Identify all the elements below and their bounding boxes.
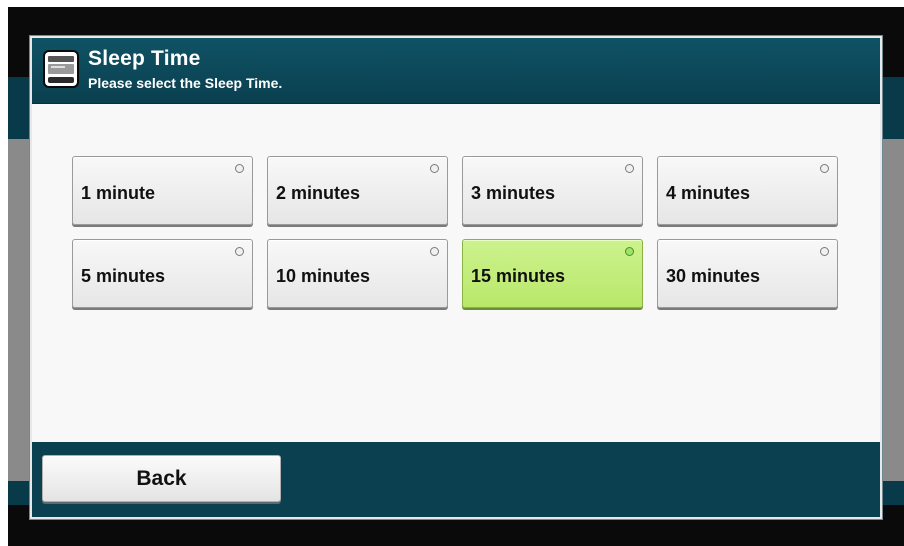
option-label: 30 minutes bbox=[666, 266, 761, 286]
dialog-title: Sleep Time bbox=[88, 47, 201, 70]
option-label: 10 minutes bbox=[276, 266, 371, 286]
option-label: 5 minutes bbox=[81, 266, 166, 286]
radio-indicator-icon bbox=[820, 164, 829, 173]
dialog-header: Sleep Time Please select the Sleep Time. bbox=[32, 38, 880, 104]
radio-indicator-icon bbox=[235, 164, 244, 173]
radio-indicator-icon bbox=[235, 247, 244, 256]
option-label: 15 minutes bbox=[471, 266, 566, 286]
sleep-time-options: 1 minute 2 minutes 3 minutes 4 minutes 5… bbox=[72, 156, 838, 308]
radio-indicator-icon bbox=[820, 247, 829, 256]
option-15-minutes[interactable]: 15 minutes bbox=[462, 239, 643, 308]
option-label: 2 minutes bbox=[276, 183, 361, 203]
option-30-minutes[interactable]: 30 minutes bbox=[657, 239, 838, 308]
option-label: 3 minutes bbox=[471, 183, 556, 203]
radio-indicator-icon bbox=[625, 164, 634, 173]
option-3-minutes[interactable]: 3 minutes bbox=[462, 156, 643, 225]
option-label: 4 minutes bbox=[666, 183, 751, 203]
option-2-minutes[interactable]: 2 minutes bbox=[267, 156, 448, 225]
option-10-minutes[interactable]: 10 minutes bbox=[267, 239, 448, 308]
dialog-body: 1 minute 2 minutes 3 minutes 4 minutes 5… bbox=[32, 104, 880, 442]
dialog-footer: Back bbox=[32, 442, 880, 517]
printer-icon bbox=[43, 50, 79, 88]
option-4-minutes[interactable]: 4 minutes bbox=[657, 156, 838, 225]
option-5-minutes[interactable]: 5 minutes bbox=[72, 239, 253, 308]
option-label: 1 minute bbox=[81, 183, 156, 203]
back-button[interactable]: Back bbox=[42, 455, 281, 502]
radio-indicator-icon bbox=[430, 164, 439, 173]
radio-indicator-icon bbox=[430, 247, 439, 256]
option-1-minute[interactable]: 1 minute bbox=[72, 156, 253, 225]
sleep-time-dialog: Sleep Time Please select the Sleep Time.… bbox=[30, 36, 882, 519]
radio-indicator-icon bbox=[625, 247, 634, 256]
dialog-subtitle: Please select the Sleep Time. bbox=[88, 75, 283, 91]
